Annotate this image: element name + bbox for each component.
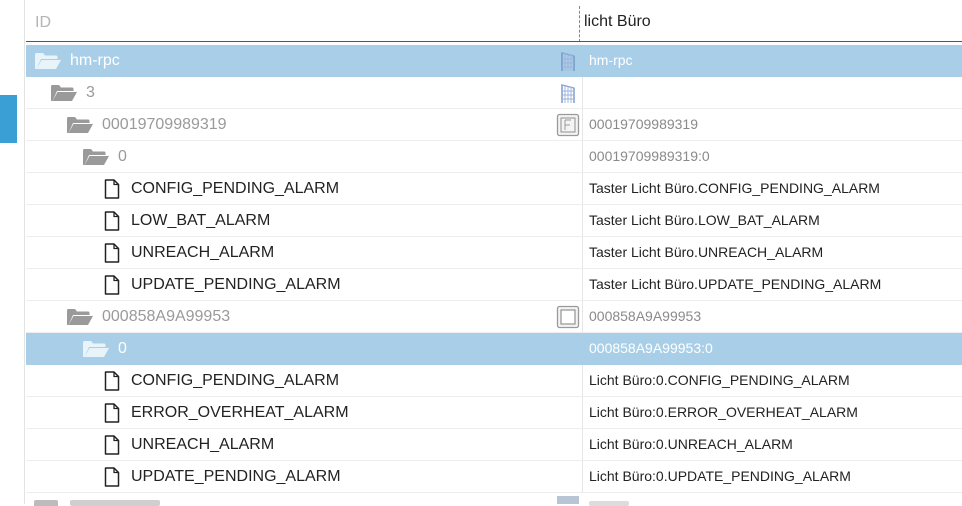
row-name-value: hm-rpc — [589, 52, 633, 68]
row-name: 0 — [82, 333, 127, 364]
row-name: UPDATE_PENDING_ALARM — [104, 461, 341, 492]
tree-state-row[interactable]: UNREACH_ALARM Licht Büro:0.UNREACH_ALARM — [26, 429, 962, 461]
folder-open-icon[interactable] — [66, 115, 94, 135]
row-id-label: 3 — [86, 83, 95, 101]
column-divider — [582, 77, 583, 108]
tree-state-row[interactable]: UPDATE_PENDING_ALARM Taster Licht Büro.UP… — [26, 269, 962, 301]
sidebar-tab[interactable] — [0, 95, 17, 143]
row-id-label: ERROR_OVERHEAT_ALARM — [131, 403, 349, 421]
tree-state-row[interactable]: ERROR_OVERHEAT_ALARM Licht Büro:0.ERROR_O… — [26, 397, 962, 429]
file-icon — [104, 242, 120, 263]
column-divider — [582, 205, 583, 236]
row-name-value: Licht Büro:0.CONFIG_PENDING_ALARM — [589, 372, 850, 388]
folder-open-icon[interactable] — [34, 51, 62, 71]
column-divider — [582, 173, 583, 204]
table-row-partial — [26, 494, 962, 506]
tree-folder-row[interactable]: 0 000858A9A99953:0 — [26, 333, 962, 365]
tree-folder-row[interactable]: hm-rpc hm-rpc — [26, 45, 962, 77]
row-id-label: UNREACH_ALARM — [131, 435, 275, 453]
row-name-value: 000858A9A99953 — [589, 308, 702, 324]
column-header-id[interactable]: ID — [35, 14, 51, 32]
column-divider — [582, 109, 583, 140]
row-name-value: 000858A9A99953:0 — [589, 340, 713, 356]
column-divider — [582, 141, 583, 172]
row-id-label: UPDATE_PENDING_ALARM — [131, 275, 341, 293]
file-icon — [104, 402, 120, 423]
tree-state-row[interactable]: UNREACH_ALARM Taster Licht Büro.UNREACH_A… — [26, 237, 962, 269]
device-icon — [556, 113, 580, 137]
row-name: 000858A9A99953 — [66, 301, 230, 332]
name-filter-input[interactable] — [582, 8, 956, 36]
row-id-label: 0 — [118, 147, 127, 165]
column-divider — [582, 269, 583, 300]
file-icon — [104, 178, 120, 199]
row-name-value: Taster Licht Büro.CONFIG_PENDING_ALARM — [589, 180, 880, 196]
column-divider — [582, 333, 583, 364]
column-divider — [582, 301, 583, 332]
tree-folder-row[interactable]: 0 00019709989319:0 — [26, 141, 962, 173]
row-name: 00019709989319 — [66, 109, 227, 140]
tree-header: ID — [26, 0, 962, 42]
tree-state-row[interactable]: CONFIG_PENDING_ALARM Licht Büro:0.CONFIG_… — [26, 365, 962, 397]
column-divider — [582, 45, 583, 76]
object-tree: hm-rpc hm-rpc 3 00019709989319 0001970998931… — [26, 45, 962, 493]
row-name: hm-rpc — [34, 45, 120, 76]
row-name-value: Taster Licht Büro.UNREACH_ALARM — [589, 244, 824, 260]
row-name-value: Taster Licht Büro.UPDATE_PENDING_ALARM — [589, 276, 882, 292]
row-name-value: 00019709989319:0 — [589, 148, 710, 164]
row-id-label: CONFIG_PENDING_ALARM — [131, 179, 340, 197]
tree-folder-row[interactable]: 00019709989319 00019709989319 — [26, 109, 962, 141]
file-icon — [104, 370, 120, 391]
row-name-value: Taster Licht Büro.LOW_BAT_ALARM — [589, 212, 820, 228]
tree-state-row[interactable]: LOW_BAT_ALARM Taster Licht Büro.LOW_BAT_A… — [26, 205, 962, 237]
sidebar-divider — [24, 0, 25, 504]
row-name-value: 00019709989319 — [589, 116, 699, 132]
tree-state-row[interactable]: UPDATE_PENDING_ALARM Licht Büro:0.UPDATE_… — [26, 461, 962, 493]
row-id-label: 0 — [118, 339, 127, 357]
row-id-label: 00019709989319 — [102, 115, 227, 133]
folder-open-icon[interactable] — [66, 307, 94, 327]
row-name: 3 — [50, 77, 95, 108]
building-icon — [556, 81, 580, 105]
column-divider — [582, 397, 583, 428]
file-icon — [104, 274, 120, 295]
row-id-label: 000858A9A99953 — [102, 307, 231, 325]
file-icon — [104, 210, 120, 231]
row-name-value: Licht Büro:0.UNREACH_ALARM — [589, 436, 793, 452]
tree-state-row[interactable]: CONFIG_PENDING_ALARM Taster Licht Büro.CO… — [26, 173, 962, 205]
tree-folder-row[interactable]: 000858A9A99953 000858A9A99953 — [26, 301, 962, 333]
row-id-label: hm-rpc — [70, 51, 120, 69]
column-divider — [582, 237, 583, 268]
tree-folder-row[interactable]: 3 — [26, 77, 962, 109]
switch-device-icon — [556, 305, 580, 329]
row-name: UPDATE_PENDING_ALARM — [104, 269, 341, 300]
folder-open-icon[interactable] — [82, 339, 110, 359]
row-name: CONFIG_PENDING_ALARM — [104, 173, 339, 204]
column-divider — [582, 365, 583, 396]
column-resize-handle[interactable] — [579, 6, 580, 42]
row-name: LOW_BAT_ALARM — [104, 205, 270, 236]
row-name: 0 — [82, 141, 127, 172]
row-name-value: Licht Büro:0.UPDATE_PENDING_ALARM — [589, 468, 851, 484]
row-id-label: CONFIG_PENDING_ALARM — [131, 371, 340, 389]
row-name: UNREACH_ALARM — [104, 237, 274, 268]
row-name: CONFIG_PENDING_ALARM — [104, 365, 339, 396]
header-underline — [26, 41, 962, 42]
folder-open-icon[interactable] — [82, 147, 110, 167]
row-id-label: LOW_BAT_ALARM — [131, 211, 271, 229]
building-icon — [556, 49, 580, 73]
file-icon — [104, 466, 120, 487]
column-divider — [582, 461, 583, 492]
row-name: UNREACH_ALARM — [104, 429, 274, 460]
file-icon — [104, 434, 120, 455]
column-divider — [582, 429, 583, 460]
row-name-value: Licht Büro:0.ERROR_OVERHEAT_ALARM — [589, 404, 858, 420]
folder-open-icon[interactable] — [50, 83, 78, 103]
row-name: ERROR_OVERHEAT_ALARM — [104, 397, 349, 428]
row-id-label: UPDATE_PENDING_ALARM — [131, 467, 341, 485]
row-id-label: UNREACH_ALARM — [131, 243, 275, 261]
